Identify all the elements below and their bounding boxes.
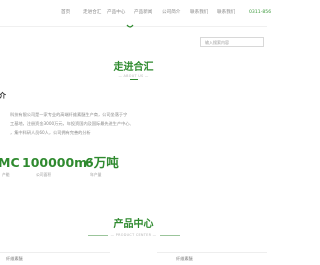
nav-item-contact-2[interactable]: 联系我们 (217, 10, 235, 16)
category-divider (157, 252, 267, 253)
stat-label-area: 公司面积 (36, 172, 52, 177)
stat-value-area: 100000m² (22, 155, 93, 170)
stat-value-output: 6万吨 (85, 155, 119, 170)
phone-number[interactable]: 0311-856 (249, 10, 271, 16)
nav-item-about[interactable]: 走进合汇 (83, 10, 101, 16)
top-nav: 首页 走进合汇 产品中心 产品新闻 公司简介 联系我们 联系我们 0311-85… (0, 0, 271, 27)
divider-right (160, 235, 180, 236)
intro-heading: 介 (0, 92, 6, 100)
intro-line: ，集中科研人员60人，公司拥有完善的分析 (10, 130, 91, 135)
search-box (200, 37, 264, 47)
about-section-subtitle: — ABOUT US — (118, 74, 149, 78)
products-section-subtitle: — PRODUCT CENTER — (110, 233, 157, 237)
search-input[interactable] (201, 38, 263, 46)
stat-label-output: 年产量 (90, 172, 102, 177)
products-section-title: 产品中心 (113, 219, 154, 230)
nav-item-contact[interactable]: 联系我们 (190, 10, 208, 16)
title-underline (130, 79, 138, 80)
nav-item-news[interactable]: 产品新闻 (134, 10, 152, 16)
nav-item-products[interactable]: 产品中心 (107, 10, 125, 16)
stat-label-capacity: 产能 (2, 172, 10, 177)
category-item[interactable]: 纤维素醚 (6, 256, 23, 262)
leaf-icon (126, 24, 134, 28)
intro-line: 科技有限公司是一家专业的高端纤维素醚生产商，公司坐落于宁 (10, 112, 128, 117)
category-item[interactable]: 纤维素醚 (176, 256, 193, 262)
intro-line: 工基地，注册资金3000万元，年投资国内及国际最先进生产中心、 (10, 121, 134, 126)
stat-value-capacity: MC (0, 155, 20, 170)
nav-item-home[interactable]: 首页 (61, 10, 70, 16)
category-divider (0, 252, 110, 253)
about-section-title: 走进合汇 (113, 62, 154, 73)
nav-item-company[interactable]: 公司简介 (162, 10, 180, 16)
